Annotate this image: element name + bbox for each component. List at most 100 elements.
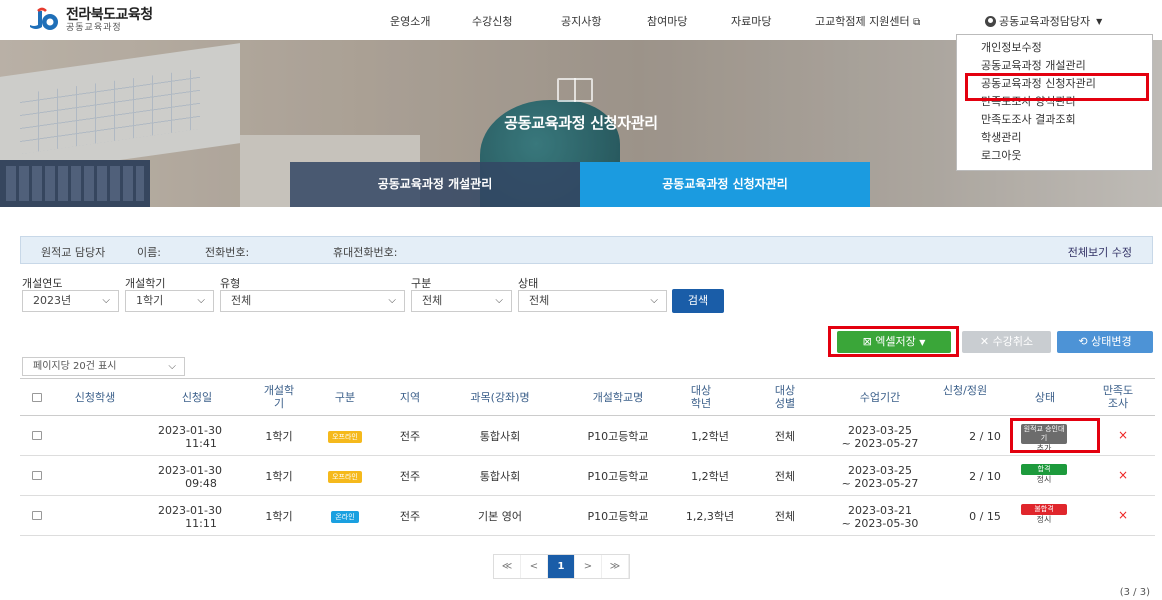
tab-course-management[interactable]: 공동교육과정 개설관리 bbox=[290, 162, 580, 207]
cell-quota: 2 / 10 bbox=[969, 430, 1001, 443]
nav-item-about[interactable]: 운영소개 bbox=[390, 13, 430, 29]
table-row[interactable]: 2023-01-30 11:11 1학기 온라인 전주 기본 영어 P10고등학교… bbox=[20, 496, 1155, 536]
chevron-down-icon: ⌵ bbox=[197, 295, 205, 306]
type-select-value: 전체 bbox=[231, 294, 252, 307]
mobile-label: 휴대전화번호: bbox=[333, 246, 398, 259]
cell-grade: 1,2학년 bbox=[691, 470, 729, 483]
applicant-table: 신청학생 신청일 개설학기 구분 지역 과목(강좌)명 개설학교명 대상학년 대… bbox=[20, 378, 1155, 536]
excel-save-label: 엑셀저장 bbox=[875, 335, 916, 348]
col-quota: 신청/정원 bbox=[942, 384, 988, 397]
contact-label: 원적교 담당자 bbox=[41, 246, 106, 259]
excel-save-button[interactable]: ⊠ 엑셀저장 ▼ bbox=[837, 331, 951, 353]
col-survey: 만족도조사 bbox=[1102, 384, 1134, 410]
table-row[interactable]: 2023-01-30 11:41 1학기 오프라인 전주 통합사회 P10고등학교… bbox=[20, 416, 1155, 456]
logo-title: 전라북도교육청 bbox=[66, 6, 153, 23]
filter-label-year: 개설연도 bbox=[22, 277, 63, 290]
menu-item-survey-results[interactable]: 만족도조사 결과조회 bbox=[957, 111, 1152, 129]
table-row[interactable]: 2023-01-30 09:48 1학기 오프라인 전주 통합사회 P10고등학교… bbox=[20, 456, 1155, 496]
per-page-value: 페이지당 20건 표시 bbox=[33, 361, 117, 372]
menu-item-applicant-management[interactable]: 공동교육과정 신청자관리 bbox=[957, 73, 1152, 101]
status-highlight bbox=[1010, 418, 1100, 453]
year-select[interactable]: 2023년 ⌵ bbox=[22, 290, 119, 312]
view-all-edit-link[interactable]: 전체보기 수정 bbox=[1068, 244, 1132, 260]
cell-region: 전주 bbox=[399, 510, 421, 523]
first-page-button[interactable]: ≪ bbox=[494, 555, 521, 578]
logo-subtitle: 공동교육과정 bbox=[66, 22, 122, 33]
status-badge[interactable]: 합격 정시 bbox=[1021, 464, 1067, 484]
menu-item-student-management[interactable]: 학생관리 bbox=[957, 129, 1152, 147]
col-period: 수업기간 bbox=[859, 391, 901, 404]
cell-grade: 1,2학년 bbox=[691, 430, 729, 443]
filter-label-category: 구분 bbox=[411, 277, 432, 290]
cell-semester: 1학기 bbox=[265, 470, 293, 483]
page-1-button[interactable]: 1 bbox=[548, 555, 575, 578]
chevron-down-icon: ⌵ bbox=[168, 361, 176, 372]
filter-label-type: 유형 bbox=[220, 277, 241, 290]
nav-item-notice[interactable]: 공지사항 bbox=[561, 13, 601, 29]
user-icon bbox=[985, 15, 996, 27]
row-checkbox[interactable] bbox=[32, 431, 42, 440]
status-badge[interactable]: 불합격 정시 bbox=[1021, 504, 1067, 524]
cell-semester: 1학기 bbox=[265, 430, 293, 443]
close-icon: × bbox=[1118, 468, 1129, 482]
nav-item-resources[interactable]: 자료마당 bbox=[731, 13, 771, 29]
cell-grade: 1,2,3학년 bbox=[685, 510, 735, 523]
last-page-button[interactable]: ≫ bbox=[602, 555, 629, 578]
cell-period: 2023-03-25 ~ 2023-05-27 bbox=[841, 424, 919, 450]
chevron-down-icon: ⌵ bbox=[650, 295, 658, 306]
chevron-down-icon: ⌵ bbox=[102, 295, 110, 306]
type-select[interactable]: 전체 ⌵ bbox=[220, 290, 405, 312]
cell-gender: 전체 bbox=[774, 510, 796, 523]
cell-subject: 기본 영어 bbox=[478, 510, 522, 523]
close-icon: × bbox=[1118, 508, 1129, 522]
row-checkbox[interactable] bbox=[32, 471, 42, 480]
nav-item-apply[interactable]: 수강신청 bbox=[472, 13, 512, 29]
tab-applicant-management[interactable]: 공동교육과정 신청자관리 bbox=[580, 162, 870, 207]
cell-type: 오프라인 bbox=[325, 469, 365, 483]
nav-item-credit-center[interactable]: 고교학점제 지원센터 ⧉ bbox=[815, 13, 920, 29]
cell-school: P10고등학교 bbox=[587, 470, 649, 483]
cell-date: 2023-01-30 09:48 bbox=[158, 464, 222, 490]
col-semester: 개설학기 bbox=[263, 384, 295, 410]
search-button[interactable]: 검색 bbox=[672, 289, 724, 313]
col-school: 개설학교명 bbox=[592, 391, 644, 404]
select-all-checkbox[interactable] bbox=[32, 393, 42, 402]
contact-info-bar: 원적교 담당자 이름: 전화번호: 휴대전화번호: 전체보기 수정 bbox=[20, 236, 1153, 264]
status-select[interactable]: 전체 ⌵ bbox=[518, 290, 667, 312]
semester-select[interactable]: 1학기 ⌵ bbox=[125, 290, 214, 312]
external-link-icon: ⧉ bbox=[913, 17, 921, 28]
result-count: (3 / 3) bbox=[1119, 587, 1150, 598]
cell-region: 전주 bbox=[399, 430, 421, 443]
cell-school: P10고등학교 bbox=[587, 510, 649, 523]
logo-icon bbox=[28, 7, 62, 33]
phone-label: 전화번호: bbox=[205, 246, 250, 259]
cancel-enrollment-button[interactable]: ✕ 수강취소 bbox=[962, 331, 1051, 353]
type-badge: 온라인 bbox=[331, 511, 359, 523]
change-status-label: 상태변경 bbox=[1091, 335, 1132, 348]
cell-date: 2023-01-30 11:11 bbox=[158, 504, 222, 530]
user-menu[interactable]: 공동교육과정담당자 ▼ bbox=[985, 13, 1102, 29]
menu-item-logout[interactable]: 로그아웃 bbox=[957, 147, 1152, 165]
prev-page-button[interactable]: < bbox=[521, 555, 548, 578]
semester-select-value: 1학기 bbox=[136, 294, 164, 307]
name-label: 이름: bbox=[137, 246, 161, 259]
row-checkbox[interactable] bbox=[32, 511, 42, 520]
status-select-value: 전체 bbox=[529, 294, 550, 307]
logo[interactable]: 전라북도교육청 공동교육과정 bbox=[28, 7, 153, 33]
cell-type: 온라인 bbox=[325, 509, 365, 523]
col-gender: 대상성별 bbox=[774, 384, 796, 410]
book-icon bbox=[557, 78, 593, 102]
per-page-select[interactable]: 페이지당 20건 표시 ⌵ bbox=[22, 357, 185, 376]
excel-icon: ⊠ bbox=[862, 335, 872, 348]
year-select-value: 2023년 bbox=[33, 294, 72, 307]
change-status-button[interactable]: ⟲ 상태변경 bbox=[1057, 331, 1153, 353]
next-page-button[interactable]: > bbox=[575, 555, 602, 578]
category-select[interactable]: 전체 ⌵ bbox=[411, 290, 512, 312]
nav-item-credit-center-label: 고교학점제 지원센터 bbox=[815, 15, 910, 28]
close-icon: ✕ bbox=[979, 335, 990, 348]
table-header: 신청학생 신청일 개설학기 구분 지역 과목(강좌)명 개설학교명 대상학년 대… bbox=[20, 378, 1155, 416]
menu-item-profile-edit[interactable]: 개인정보수정 bbox=[957, 39, 1152, 57]
nav-item-participation[interactable]: 참여마당 bbox=[647, 13, 687, 29]
cell-region: 전주 bbox=[399, 470, 421, 483]
cell-gender: 전체 bbox=[774, 430, 796, 443]
